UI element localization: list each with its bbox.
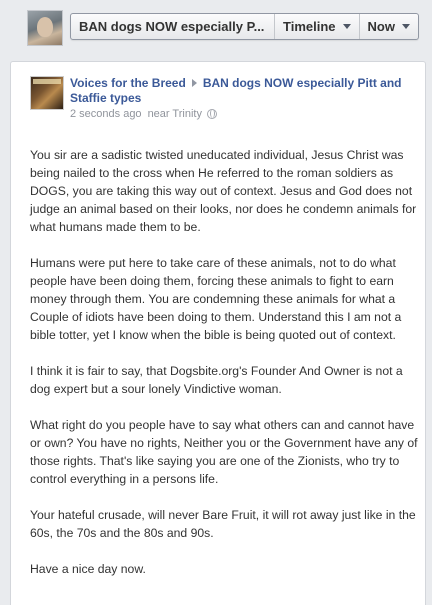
post-header: Voices for the Breed BAN dogs NOW especia… [70,76,410,121]
post-paragraph: Have a nice day now. [30,562,146,576]
chevron-down-icon [401,24,410,29]
page-title-label: BAN dogs NOW especially P... [79,19,265,34]
post-paragraph: What right do you people have to say wha… [30,418,418,486]
post-body: You sir are a sadistic twisted uneducate… [30,146,418,596]
page-title-button[interactable]: BAN dogs NOW especially P... [71,14,275,39]
now-label: Now [367,19,395,34]
chevron-down-icon [342,24,351,29]
profile-avatar[interactable] [27,10,63,46]
post-meta: 2 seconds ago near Trinity [70,107,410,121]
globe-icon[interactable] [206,109,217,119]
page-avatar[interactable] [30,76,64,110]
timestamp-link[interactable]: 2 seconds ago [70,107,142,121]
timeline-nav: BAN dogs NOW especially P... Timeline No… [70,13,419,40]
post-paragraph: Humans were put here to take care of the… [30,256,402,342]
post-paragraph: I think it is fair to say, that Dogsbite… [30,364,403,396]
triangle-right-icon [191,79,197,88]
timeline-dropdown[interactable]: Timeline [275,14,360,39]
page-name-link[interactable]: Voices for the Breed [70,76,186,90]
location-text: near Trinity [147,108,202,120]
post-paragraph: Your hateful crusade, will never Bare Fr… [30,508,416,540]
top-bar: BAN dogs NOW especially P... Timeline No… [0,0,432,55]
post-card: Voices for the Breed BAN dogs NOW especia… [10,61,426,605]
now-dropdown[interactable]: Now [360,14,418,39]
timeline-label: Timeline [283,19,336,34]
post-paragraph: You sir are a sadistic twisted uneducate… [30,148,417,234]
